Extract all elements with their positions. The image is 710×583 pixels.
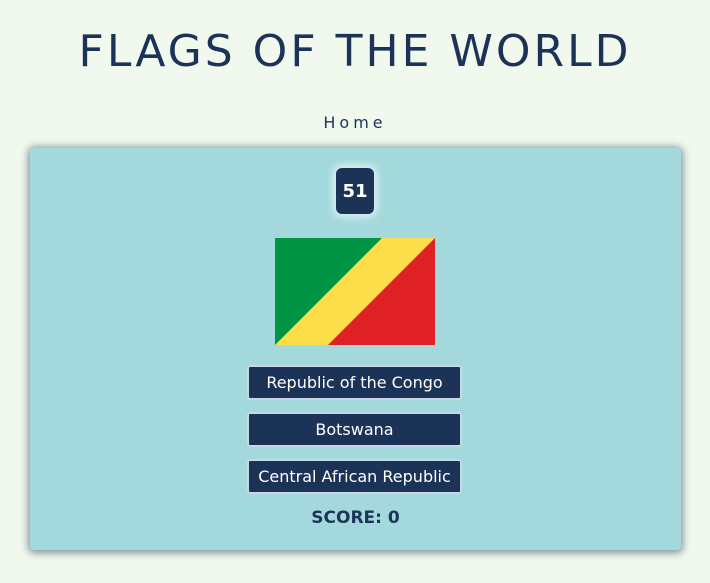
flag-image — [275, 238, 435, 345]
congo-flag-icon — [275, 238, 435, 345]
question-counter: 51 — [336, 168, 374, 214]
nav-home-link[interactable]: Home — [0, 113, 710, 132]
answer-button-botswana[interactable]: Botswana — [247, 412, 462, 447]
answer-button-republic-of-the-congo[interactable]: Republic of the Congo — [247, 365, 462, 400]
score-display: SCORE: 0 — [311, 508, 400, 528]
quiz-card: 51 Republic of the Congo Botswana Centra… — [30, 148, 681, 550]
page-title: FLAGS OF THE WORLD — [78, 26, 632, 77]
answer-button-central-african-republic[interactable]: Central African Republic — [247, 459, 462, 494]
